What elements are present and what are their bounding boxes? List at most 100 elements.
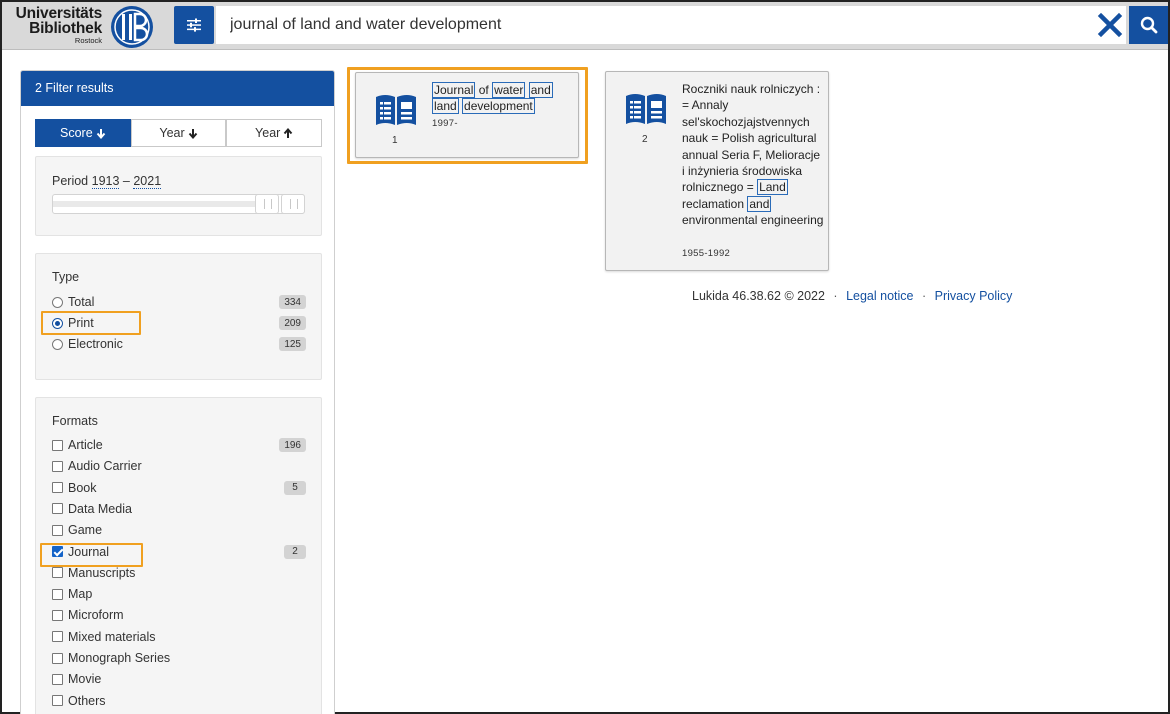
sort-label: Year xyxy=(159,126,185,140)
checkbox[interactable] xyxy=(52,588,63,600)
separator: · xyxy=(921,289,927,303)
format-option-microform[interactable]: Microform xyxy=(52,606,306,624)
checkbox[interactable] xyxy=(52,482,63,494)
filter-toggle-button[interactable] xyxy=(174,6,214,44)
format-option-others[interactable]: Others xyxy=(52,692,306,710)
option-label: Data Media xyxy=(68,501,132,516)
filter-results-title: 2 Filter results xyxy=(21,71,334,106)
logo-line-3: Rostock xyxy=(74,36,102,45)
count-badge: 196 xyxy=(279,438,306,452)
result-index: 2 xyxy=(642,134,648,145)
checkbox[interactable] xyxy=(52,524,63,536)
filter-sidebar: 2 Filter results Score Year Year Period … xyxy=(20,70,335,714)
highlighted-term: land xyxy=(432,98,459,115)
period-slider-range xyxy=(53,201,271,207)
result-date: 1955-1992 xyxy=(682,248,731,259)
page-footer: Lukida 46.38.62 © 2022 · Legal notice · … xyxy=(692,289,1012,303)
privacy-policy-link[interactable]: Privacy Policy xyxy=(935,289,1013,303)
sliders-icon xyxy=(187,18,201,32)
ub-emblem-icon xyxy=(111,6,153,48)
option-label: Map xyxy=(68,587,93,602)
format-option-game[interactable]: Game xyxy=(52,521,306,539)
option-label: Journal xyxy=(68,544,109,559)
option-label: Audio Carrier xyxy=(68,459,142,474)
arrow-up-icon xyxy=(284,127,293,138)
checkbox[interactable] xyxy=(52,460,63,472)
format-option-manuscripts[interactable]: Manuscripts xyxy=(52,564,306,582)
separator: · xyxy=(833,289,838,303)
library-logo[interactable]: Universitäts Bibliothek Rostock xyxy=(8,4,158,48)
type-title: Type xyxy=(52,270,80,284)
checkbox[interactable] xyxy=(52,567,63,579)
highlighted-term: development xyxy=(462,98,535,115)
checkbox[interactable] xyxy=(52,503,63,515)
type-filter: Type Total 334 Print 209 Electronic 125 xyxy=(35,253,322,380)
period-label: Period 1913 – 2021 xyxy=(52,174,162,189)
sort-year-asc-button[interactable]: Year xyxy=(226,119,323,147)
radio-button[interactable] xyxy=(52,317,63,329)
open-book-icon xyxy=(626,94,666,124)
checkbox[interactable] xyxy=(52,546,63,557)
type-option-print[interactable]: Print 209 xyxy=(52,314,306,332)
option-label: Movie xyxy=(68,672,102,687)
top-bar: Universitäts Bibliothek Rostock xyxy=(2,2,1168,50)
option-label: Others xyxy=(68,693,106,708)
result-date: 1997- xyxy=(432,118,458,129)
formats-title: Formats xyxy=(52,414,98,428)
radio-button[interactable] xyxy=(52,338,63,350)
clear-search-button[interactable] xyxy=(1097,12,1123,38)
option-label: Manuscripts xyxy=(68,565,136,580)
format-option-article[interactable]: Article 196 xyxy=(52,436,306,454)
option-label: Mixed materials xyxy=(68,629,156,644)
checkbox[interactable] xyxy=(52,439,63,451)
title-text: of xyxy=(478,83,489,97)
format-option-data-media[interactable]: Data Media xyxy=(52,500,306,518)
format-option-monograph-series[interactable]: Monograph Series xyxy=(52,649,306,667)
type-option-electronic[interactable]: Electronic 125 xyxy=(52,335,306,353)
option-label: Monograph Series xyxy=(68,651,171,665)
period-slider[interactable] xyxy=(52,194,305,214)
sort-score-desc-button[interactable]: Score xyxy=(35,119,131,147)
checkbox[interactable] xyxy=(52,695,63,707)
format-option-journal[interactable]: Journal 2 xyxy=(52,543,306,561)
title-text: environmental engineering xyxy=(682,213,824,228)
format-option-movie[interactable]: Movie xyxy=(52,670,306,688)
option-label: Book xyxy=(68,480,97,495)
search-button[interactable] xyxy=(1129,6,1168,44)
legal-notice-link[interactable]: Legal notice xyxy=(846,289,913,303)
option-label: Electronic xyxy=(68,337,123,351)
option-label: Game xyxy=(68,523,103,538)
period-slider-handle-min[interactable] xyxy=(255,194,279,214)
result-title[interactable]: Roczniki nauk rolniczych : = Annaly sel'… xyxy=(682,81,824,229)
sort-options: Score Year Year xyxy=(35,119,323,147)
checkbox[interactable] xyxy=(52,631,63,643)
period-slider-handle-max[interactable] xyxy=(281,194,305,214)
result-card-1[interactable]: 1 Journal of water and land development … xyxy=(355,72,579,158)
highlighted-term: and xyxy=(528,82,553,98)
highlighted-term: Land xyxy=(757,179,788,196)
formats-filter: Formats Article 196 Audio Carrier Book 5 Data… xyxy=(35,397,322,714)
arrow-down-icon xyxy=(96,128,105,139)
period-to[interactable]: 2021 xyxy=(133,174,162,189)
result-index: 1 xyxy=(392,135,398,146)
format-option-book[interactable]: Book 5 xyxy=(52,479,306,497)
checkbox[interactable] xyxy=(52,652,63,664)
period-from[interactable]: 1913 xyxy=(91,174,120,189)
format-option-map[interactable]: Map xyxy=(52,585,306,603)
title-text: Roczniki nauk rolniczych : = Annaly sel'… xyxy=(682,82,821,195)
format-option-mixed-materials[interactable]: Mixed materials xyxy=(52,628,306,646)
checkbox[interactable] xyxy=(52,673,63,685)
type-option-total[interactable]: Total 334 xyxy=(52,293,306,311)
result-title[interactable]: Journal of water and land development xyxy=(432,82,574,115)
checkbox[interactable] xyxy=(52,609,63,621)
highlighted-term: water xyxy=(492,82,526,98)
result-card-2[interactable]: 2 Roczniki nauk rolniczych : = Annaly se… xyxy=(605,71,829,271)
format-option-audio-carrier[interactable]: Audio Carrier xyxy=(52,457,306,475)
radio-button[interactable] xyxy=(52,296,63,308)
count-badge: 125 xyxy=(279,337,306,351)
count-badge: 334 xyxy=(279,295,306,309)
sort-label: Year xyxy=(255,126,281,140)
search-input[interactable] xyxy=(216,6,1126,44)
sort-year-desc-button[interactable]: Year xyxy=(130,119,227,147)
period-filter: Period 1913 – 2021 xyxy=(35,156,322,236)
